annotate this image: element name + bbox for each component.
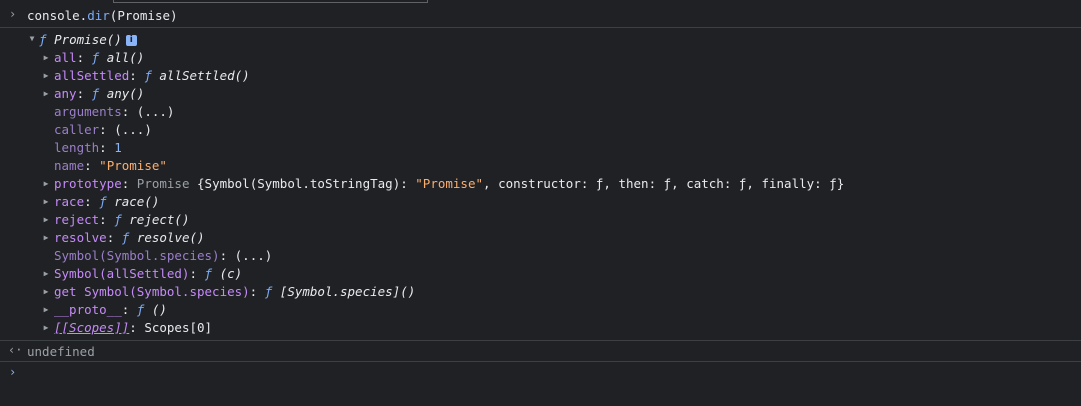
tree-row-name: name: "Promise" bbox=[54, 158, 167, 173]
tree-row-all[interactable]: all: ƒ all() bbox=[54, 49, 144, 67]
tree-row-caller[interactable]: caller: (...) bbox=[54, 121, 152, 139]
console-input-entry: › console.dir(Promise) bbox=[0, 4, 1081, 28]
collapse-triangle-icon[interactable]: ▶ bbox=[41, 265, 51, 283]
collapse-triangle-icon[interactable]: ▶ bbox=[41, 85, 51, 103]
tree-row-length: length: 1 bbox=[54, 140, 122, 155]
tree-row-get-species[interactable]: get Symbol(Symbol.species): ƒ [Symbol.sp… bbox=[54, 283, 415, 301]
tree-row-reject[interactable]: reject: ƒ reject() bbox=[54, 211, 190, 229]
result-value: undefined bbox=[27, 344, 95, 359]
tree-row-resolve[interactable]: resolve: ƒ resolve() bbox=[54, 229, 205, 247]
function-marker: ƒ bbox=[39, 32, 47, 47]
code-args: (Promise) bbox=[109, 8, 178, 23]
tree-root[interactable]: ƒ Promise() i bbox=[39, 31, 137, 49]
tree-row-allsettled[interactable]: allSettled: ƒ allSettled() bbox=[54, 67, 250, 85]
tree-row-symbol-species[interactable]: Symbol(Symbol.species): (...) bbox=[54, 247, 272, 265]
input-code[interactable]: console.dir(Promise) bbox=[27, 8, 178, 23]
tree-row-any[interactable]: any: ƒ any() bbox=[54, 85, 144, 103]
collapse-triangle-icon[interactable]: ▶ bbox=[41, 211, 51, 229]
filter-field-edge bbox=[113, 0, 428, 3]
chevron-right-icon: › bbox=[9, 365, 17, 379]
tree-row-race[interactable]: race: ƒ race() bbox=[54, 193, 159, 211]
root-name: Promise() bbox=[54, 32, 122, 47]
collapse-triangle-icon[interactable]: ▶ bbox=[41, 301, 51, 319]
collapse-triangle-icon[interactable]: ▶ bbox=[41, 49, 51, 67]
return-arrow-icon: ‹· bbox=[8, 343, 23, 357]
collapse-triangle-icon[interactable]: ▶ bbox=[41, 193, 51, 211]
tree-row-scopes[interactable]: [[Scopes]]: Scopes[0] bbox=[54, 319, 212, 337]
info-icon[interactable]: i bbox=[125, 35, 137, 46]
chevron-right-icon: › bbox=[9, 7, 17, 21]
tree-row-symbol-allsettled[interactable]: Symbol(allSettled): ƒ (c) bbox=[54, 265, 242, 283]
collapse-triangle-icon[interactable]: ▶ bbox=[41, 175, 51, 193]
tree-row-prototype[interactable]: prototype: Promise {Symbol(Symbol.toStri… bbox=[54, 175, 844, 193]
console-result-entry: ‹· undefined bbox=[0, 340, 1081, 362]
collapse-triangle-icon[interactable]: ▶ bbox=[41, 229, 51, 247]
tree-row-proto[interactable]: __proto__: ƒ () bbox=[54, 301, 167, 319]
collapse-triangle-icon[interactable]: ▶ bbox=[41, 283, 51, 301]
expand-triangle-icon[interactable]: ▼ bbox=[27, 30, 37, 48]
console-prompt[interactable]: › bbox=[0, 362, 1081, 386]
code-method: dir bbox=[87, 8, 110, 23]
tree-row-arguments[interactable]: arguments: (...) bbox=[54, 103, 174, 121]
collapse-triangle-icon[interactable]: ▶ bbox=[41, 67, 51, 85]
code-object: console. bbox=[27, 8, 88, 23]
collapse-triangle-icon[interactable]: ▶ bbox=[41, 319, 51, 337]
